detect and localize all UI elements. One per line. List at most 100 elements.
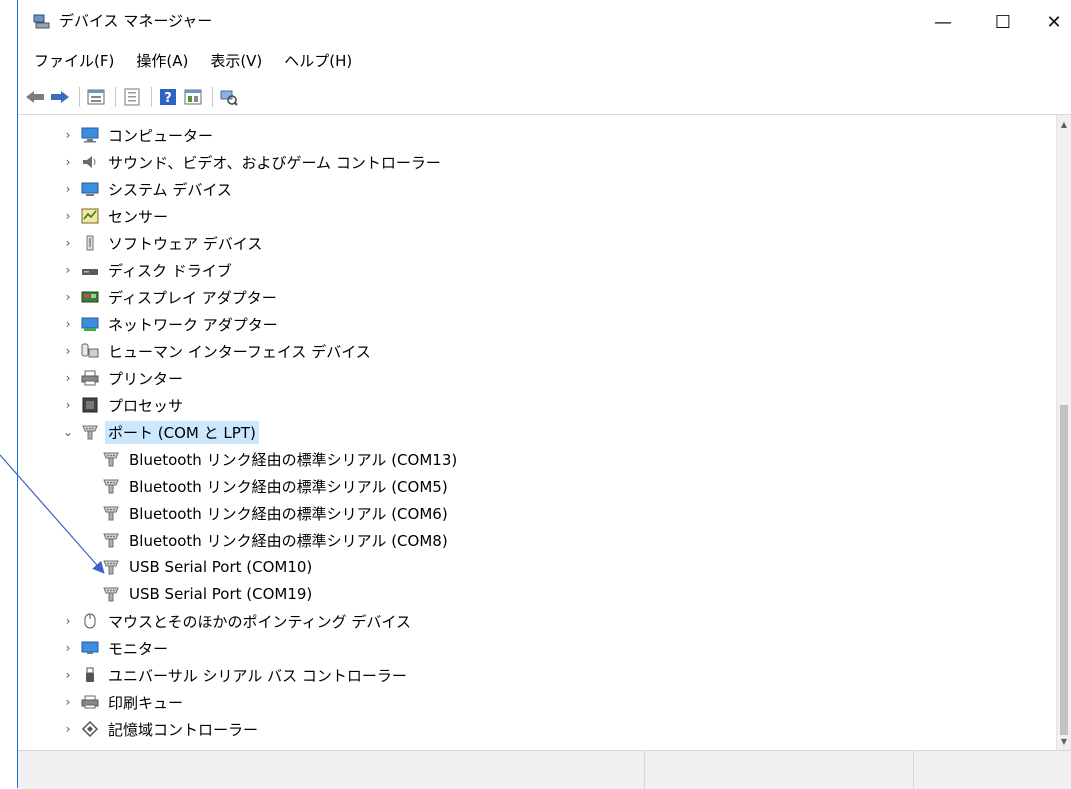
port-icon bbox=[102, 585, 120, 603]
chevron-right-icon[interactable]: › bbox=[61, 722, 75, 736]
chevron-right-icon[interactable]: › bbox=[61, 317, 75, 331]
hid-icon bbox=[81, 342, 99, 360]
port-icon bbox=[102, 531, 120, 549]
chevron-right-icon[interactable]: › bbox=[61, 695, 75, 709]
maximize-button[interactable]: ☐ bbox=[980, 8, 1026, 36]
print-queue-icon bbox=[81, 693, 99, 711]
device-list-icon[interactable] bbox=[121, 86, 143, 108]
mouse-icon bbox=[81, 612, 99, 630]
help-icon[interactable]: ? bbox=[157, 86, 179, 108]
device-category[interactable]: ⌄ ポート (COM と LPT) bbox=[61, 419, 259, 445]
network-adapter-icon bbox=[81, 315, 99, 333]
minimize-button[interactable]: — bbox=[920, 8, 966, 36]
toolbar-separator bbox=[151, 87, 152, 107]
chevron-right-icon[interactable]: › bbox=[61, 236, 75, 250]
software-device-icon bbox=[81, 234, 99, 252]
device-category[interactable]: › マウスとそのほかのポインティング デバイス bbox=[61, 608, 414, 634]
chevron-right-icon[interactable]: › bbox=[61, 614, 75, 628]
chevron-right-icon[interactable]: › bbox=[61, 344, 75, 358]
system-device-icon bbox=[81, 180, 99, 198]
scrollbar-thumb[interactable] bbox=[1060, 405, 1068, 735]
menu-view[interactable]: 表示(V) bbox=[206, 48, 266, 73]
device-label: ユニバーサル シリアル バス コントローラー bbox=[108, 666, 407, 685]
scan-hardware-icon[interactable] bbox=[218, 86, 240, 108]
device-category[interactable]: › プロセッサ bbox=[61, 392, 186, 418]
device-label: システム デバイス bbox=[108, 180, 232, 199]
device-label: プロセッサ bbox=[108, 396, 184, 415]
close-button[interactable]: ✕ bbox=[1036, 8, 1071, 36]
device-label: ディスク ドライブ bbox=[108, 261, 232, 280]
back-icon[interactable] bbox=[24, 86, 46, 108]
forward-icon[interactable] bbox=[49, 86, 71, 108]
device-category[interactable]: › ユニバーサル シリアル バス コントローラー bbox=[61, 662, 410, 688]
device-category[interactable]: › ディスプレイ アダプター bbox=[61, 284, 280, 310]
sensor-icon bbox=[81, 207, 99, 225]
port-icon bbox=[102, 558, 120, 576]
title-bar[interactable]: デバイス マネージャー — ☐ ✕ bbox=[18, 0, 1071, 42]
chevron-right-icon[interactable]: › bbox=[61, 182, 75, 196]
device-category[interactable]: › システム デバイス bbox=[61, 176, 235, 202]
computer-icon bbox=[81, 126, 99, 144]
chevron-right-icon[interactable]: › bbox=[61, 209, 75, 223]
device-category[interactable]: › ヒューマン インターフェイス デバイス bbox=[61, 338, 374, 364]
printer-icon bbox=[81, 369, 99, 387]
chevron-right-icon[interactable]: › bbox=[61, 398, 75, 412]
device-label: Bluetooth リンク経由の標準シリアル (COM8) bbox=[129, 531, 448, 550]
device-label: ソフトウェア デバイス bbox=[108, 234, 263, 253]
scroll-up-icon[interactable]: ▲ bbox=[1057, 117, 1071, 131]
device-item[interactable]: Bluetooth リンク経由の標準シリアル (COM13) bbox=[102, 446, 460, 472]
toolbar-separator bbox=[79, 87, 80, 107]
device-label: USB Serial Port (COM10) bbox=[129, 558, 313, 576]
device-category[interactable]: › コンピューター bbox=[61, 122, 216, 148]
monitor-icon bbox=[81, 639, 99, 657]
device-item[interactable]: Bluetooth リンク経由の標準シリアル (COM5) bbox=[102, 473, 451, 499]
menu-action[interactable]: 操作(A) bbox=[132, 48, 192, 73]
scroll-down-icon[interactable]: ▼ bbox=[1057, 734, 1071, 748]
device-label: コンピューター bbox=[108, 126, 214, 145]
view-icon[interactable] bbox=[182, 86, 204, 108]
window-title: デバイス マネージャー bbox=[59, 12, 213, 30]
menu-file[interactable]: ファイル(F) bbox=[30, 48, 118, 73]
device-item[interactable]: USB Serial Port (COM19) bbox=[102, 581, 315, 607]
device-label: ヒューマン インターフェイス デバイス bbox=[108, 342, 371, 361]
status-bar bbox=[18, 750, 1071, 789]
chevron-right-icon[interactable]: › bbox=[61, 128, 75, 142]
device-category[interactable]: › サウンド、ビデオ、およびゲーム コントローラー bbox=[61, 149, 444, 175]
display-adapter-icon bbox=[81, 288, 99, 306]
device-item[interactable]: Bluetooth リンク経由の標準シリアル (COM8) bbox=[102, 527, 451, 553]
chevron-right-icon[interactable]: › bbox=[61, 155, 75, 169]
vertical-scrollbar[interactable]: ▲ ▼ bbox=[1056, 115, 1071, 750]
speaker-icon bbox=[81, 153, 99, 171]
port-icon bbox=[102, 504, 120, 522]
disk-drive-icon bbox=[81, 261, 99, 279]
device-item[interactable]: Bluetooth リンク経由の標準シリアル (COM6) bbox=[102, 500, 451, 526]
device-category[interactable]: › センサー bbox=[61, 203, 171, 229]
device-label: モニター bbox=[108, 639, 169, 658]
device-category[interactable]: › プリンター bbox=[61, 365, 186, 391]
chevron-right-icon[interactable]: › bbox=[61, 641, 75, 655]
device-label: ディスプレイ アダプター bbox=[108, 288, 277, 307]
svg-text:?: ? bbox=[164, 91, 172, 106]
toolbar: ? bbox=[18, 80, 1071, 115]
toolbar-separator bbox=[115, 87, 116, 107]
device-category[interactable]: › 記憶域コントローラー bbox=[61, 716, 261, 742]
device-item[interactable]: USB Serial Port (COM10) bbox=[102, 554, 315, 580]
device-category[interactable]: › モニター bbox=[61, 635, 171, 661]
device-category[interactable]: › ソフトウェア デバイス bbox=[61, 230, 265, 256]
chevron-right-icon[interactable]: › bbox=[61, 371, 75, 385]
device-category[interactable]: › 印刷キュー bbox=[61, 689, 186, 715]
device-label: Bluetooth リンク経由の標準シリアル (COM13) bbox=[129, 450, 458, 469]
chevron-right-icon[interactable]: › bbox=[61, 263, 75, 277]
device-category[interactable]: › ネットワーク アダプター bbox=[61, 311, 281, 337]
device-label: プリンター bbox=[108, 369, 184, 388]
properties-icon[interactable] bbox=[85, 86, 107, 108]
chevron-down-icon[interactable]: ⌄ bbox=[61, 425, 75, 439]
device-category[interactable]: › ディスク ドライブ bbox=[61, 257, 235, 283]
device-label: 印刷キュー bbox=[108, 693, 184, 712]
chevron-right-icon[interactable]: › bbox=[61, 290, 75, 304]
chevron-right-icon[interactable]: › bbox=[61, 668, 75, 682]
device-label: USB Serial Port (COM19) bbox=[129, 585, 313, 603]
menu-help[interactable]: ヘルプ(H) bbox=[280, 48, 356, 73]
storage-controller-icon bbox=[81, 720, 99, 738]
menu-bar: ファイル(F) 操作(A) 表示(V) ヘルプ(H) bbox=[18, 42, 1071, 78]
